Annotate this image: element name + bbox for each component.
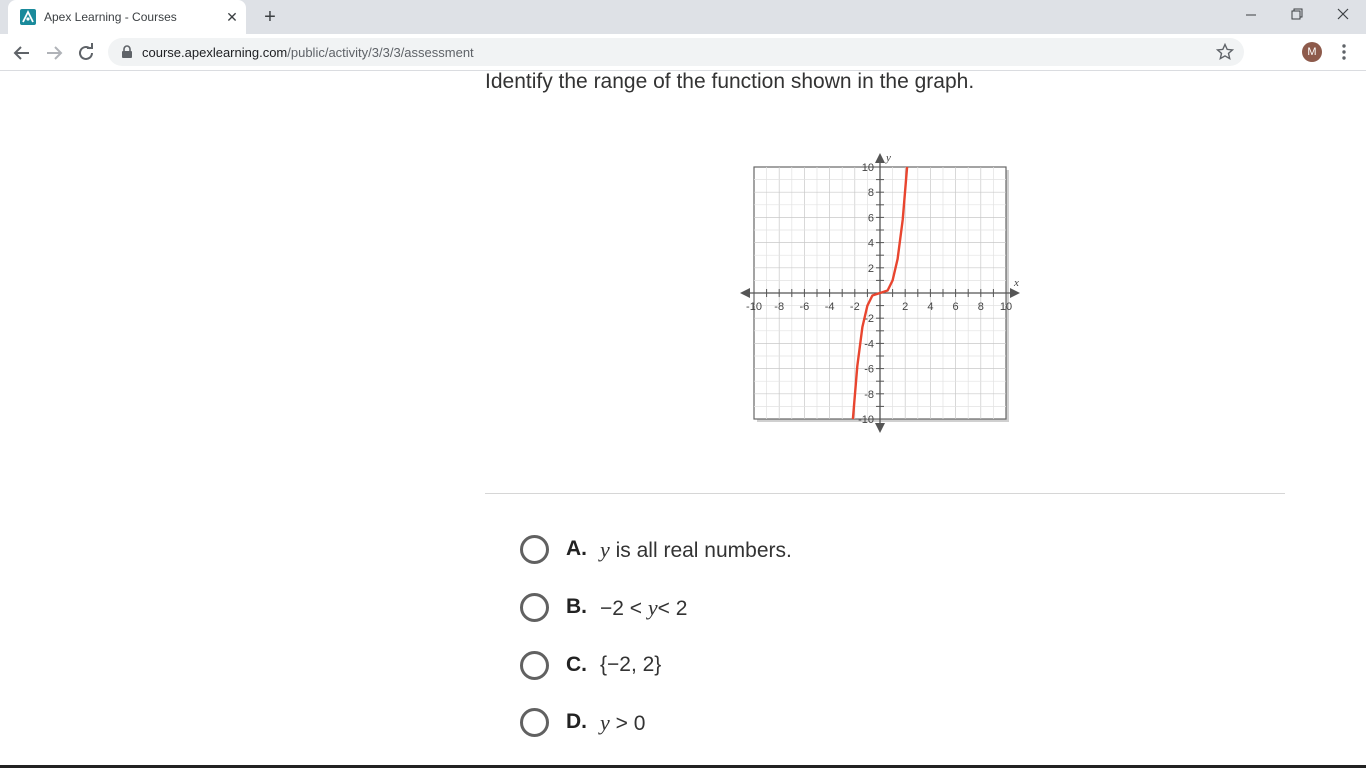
url-text[interactable]: course.apexlearning.com/public/activity/… bbox=[142, 45, 474, 60]
choice-variable: y bbox=[600, 710, 610, 735]
new-tab-button[interactable]: + bbox=[260, 7, 280, 27]
choice-text-pre: {−2, 2} bbox=[600, 653, 662, 676]
tab-title: Apex Learning - Courses bbox=[44, 10, 177, 24]
radio-button[interactable] bbox=[520, 593, 549, 622]
y-tick-label: 8 bbox=[868, 187, 874, 199]
browser-tab[interactable]: Apex Learning - Courses ✕ bbox=[8, 0, 246, 34]
y-axis-up-arrow bbox=[875, 153, 885, 163]
address-bar[interactable]: course.apexlearning.com/public/activity/… bbox=[108, 38, 1244, 66]
tab-close-icon[interactable]: ✕ bbox=[224, 9, 240, 25]
choice-text: y is all real numbers. bbox=[600, 537, 792, 563]
y-tick-label: -4 bbox=[864, 338, 874, 350]
x-axis-right-arrow bbox=[1010, 288, 1020, 298]
browser-toolbar: course.apexlearning.com/public/activity/… bbox=[0, 34, 1366, 71]
lock-icon[interactable] bbox=[120, 45, 134, 59]
choice-variable: y bbox=[600, 537, 610, 562]
choice-letter: B. bbox=[566, 595, 587, 618]
x-axis-left-arrow bbox=[740, 288, 750, 298]
profile-avatar[interactable]: M bbox=[1302, 42, 1322, 62]
url-path: /public/activity/3/3/3/assessment bbox=[287, 45, 474, 60]
x-tick-label: 4 bbox=[927, 301, 933, 313]
forward-arrow-icon[interactable] bbox=[42, 41, 66, 65]
choice-text: {−2, 2} bbox=[600, 653, 661, 677]
y-tick-label: 10 bbox=[862, 162, 874, 174]
more-menu-icon[interactable] bbox=[1334, 42, 1354, 62]
bookmark-star-icon[interactable] bbox=[1216, 43, 1234, 61]
divider bbox=[485, 493, 1285, 494]
x-tick-label: 6 bbox=[953, 301, 959, 313]
radio-button[interactable] bbox=[520, 708, 549, 737]
minimize-icon[interactable] bbox=[1228, 0, 1274, 30]
x-tick-label: -8 bbox=[774, 301, 784, 313]
x-tick-label: -2 bbox=[850, 301, 860, 313]
y-tick-label: 4 bbox=[868, 238, 874, 250]
tab-strip: Apex Learning - Courses ✕ + bbox=[0, 0, 1366, 34]
y-tick-label: -6 bbox=[864, 364, 874, 376]
choice-text-pre: −2 < bbox=[600, 597, 648, 620]
y-tick-label: -8 bbox=[864, 389, 874, 401]
x-tick-label: 10 bbox=[1000, 301, 1012, 313]
x-tick-label: 8 bbox=[978, 301, 984, 313]
choice-text-rest: is all real numbers. bbox=[615, 539, 792, 562]
x-tick-label: 2 bbox=[902, 301, 908, 313]
choice-text: y > 0 bbox=[600, 710, 645, 736]
x-tick-label: -10 bbox=[746, 301, 762, 313]
x-axis-label: x bbox=[1013, 277, 1019, 289]
y-axis-down-arrow bbox=[875, 423, 885, 433]
y-tick-label: 6 bbox=[868, 212, 874, 224]
radio-button[interactable] bbox=[520, 535, 549, 564]
x-tick-label: -4 bbox=[825, 301, 835, 313]
question-prompt: Identify the range of the function shown… bbox=[485, 70, 975, 93]
choice-letter: D. bbox=[566, 710, 587, 733]
apex-favicon-icon bbox=[20, 9, 36, 25]
radio-button[interactable] bbox=[520, 651, 549, 680]
reload-icon[interactable] bbox=[74, 41, 98, 65]
choice-text-rest: > 0 bbox=[609, 712, 646, 735]
y-tick-label: 2 bbox=[868, 263, 874, 275]
choice-text-rest: < 2 bbox=[657, 597, 688, 620]
url-domain: course.apexlearning.com bbox=[142, 45, 288, 60]
y-axis-label: y bbox=[885, 152, 891, 164]
choice-text: −2 < y< 2 bbox=[600, 595, 687, 621]
x-tick-label: -6 bbox=[800, 301, 810, 313]
function-graph: -10 -8 -6 -4 -2 2 4 6 8 10108642-2-4-6-8-10xy bbox=[740, 152, 1020, 433]
restore-icon[interactable] bbox=[1274, 0, 1320, 30]
choice-variable: y bbox=[647, 595, 658, 620]
y-tick-label: -10 bbox=[858, 414, 874, 426]
choice-letter: C. bbox=[566, 653, 587, 676]
window-close-icon[interactable] bbox=[1320, 0, 1366, 30]
back-arrow-icon[interactable] bbox=[10, 41, 34, 65]
choice-letter: A. bbox=[566, 537, 587, 560]
